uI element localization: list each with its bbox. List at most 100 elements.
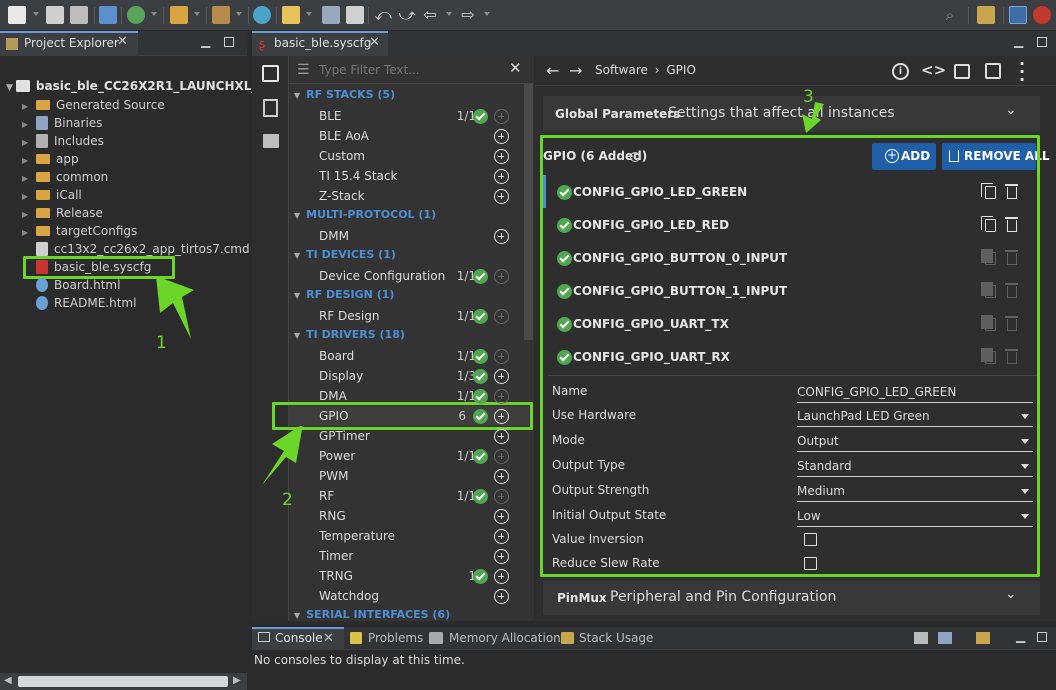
build-hammer-icon[interactable] [212, 6, 230, 24]
filter-input[interactable] [319, 60, 509, 80]
category-header[interactable]: ▼ RF STACKS (5) [294, 86, 395, 104]
add-module-icon[interactable] [494, 389, 509, 404]
add-module-icon[interactable] [494, 429, 509, 444]
module-item-display[interactable]: Display 1/3 [319, 366, 529, 386]
trash-icon[interactable] [1005, 250, 1018, 265]
gpio-instance-row[interactable]: CONFIG_GPIO_BUTTON_1_INPUT [545, 275, 1035, 307]
module-item-ble-aoa[interactable]: BLE AoA [319, 126, 529, 146]
tree-item[interactable]: ▶ targetConfigs [22, 222, 137, 240]
module-item-z-stack[interactable]: Z-Stack [319, 186, 529, 206]
add-module-icon[interactable] [494, 409, 509, 424]
more-options-icon[interactable]: · · · [1019, 56, 1025, 88]
add-module-icon[interactable] [494, 189, 509, 204]
add-module-icon[interactable] [494, 349, 509, 364]
copy-icon[interactable] [981, 282, 996, 298]
property-select[interactable]: Output [797, 432, 1033, 452]
chip-view-icon[interactable] [985, 63, 1001, 79]
global-parameters-header[interactable]: Global Parameters Settings that affect a… [543, 96, 1040, 132]
add-module-icon[interactable] [494, 109, 509, 124]
add-module-icon[interactable] [494, 149, 509, 164]
close-icon[interactable]: ✕ [323, 627, 334, 650]
module-item-device-configuration[interactable]: Device Configuration 1/1 [319, 266, 529, 286]
display-console-icon[interactable] [938, 632, 952, 644]
info-icon[interactable]: i [892, 63, 909, 80]
module-item-trng[interactable]: TRNG1 [319, 566, 529, 586]
add-module-icon[interactable] [494, 269, 509, 284]
chevron-down-icon[interactable]: ⌄ [1005, 586, 1017, 602]
property-select[interactable]: Standard [797, 457, 1033, 477]
add-module-icon[interactable] [494, 469, 509, 484]
module-item-dma[interactable]: DMA 1/1 [319, 386, 529, 406]
maximize-icon[interactable] [224, 37, 234, 47]
back-icon[interactable]: ⇦ [421, 6, 439, 24]
copy-icon[interactable] [981, 183, 996, 199]
add-module-icon[interactable] [494, 129, 509, 144]
save-all-icon[interactable] [70, 6, 88, 24]
trash-icon[interactable] [1005, 217, 1018, 232]
new-console-icon[interactable] [976, 632, 990, 644]
trash-icon[interactable] [1005, 349, 1018, 364]
module-item-ble[interactable]: BLE 1/1 [319, 106, 529, 126]
tree-item[interactable]: ▶ Release [22, 204, 103, 222]
trash-icon[interactable] [1005, 283, 1018, 298]
cc-edit-perspective-icon[interactable] [1009, 6, 1027, 24]
open-console-icon[interactable] [914, 632, 928, 644]
property-text-field[interactable]: CONFIG_GPIO_LED_GREEN [797, 383, 1033, 403]
module-item-gpio[interactable]: GPIO 6 [289, 406, 529, 426]
calculator-icon[interactable] [263, 99, 278, 117]
property-select[interactable]: Medium [797, 482, 1033, 502]
forward-arrow-icon[interactable]: → [569, 61, 582, 80]
module-item-rng[interactable]: RNG [319, 506, 529, 526]
module-item-rf-design[interactable]: RF Design 1/1 [319, 306, 529, 326]
gpio-instance-row[interactable]: CONFIG_GPIO_BUTTON_0_INPUT [545, 242, 1035, 274]
maximize-icon[interactable] [1037, 632, 1047, 642]
module-item-rf[interactable]: RF 1/1 [319, 486, 529, 506]
tab-stack-usage[interactable]: Stack Usage [579, 627, 653, 650]
category-header[interactable]: ▼ TI DEVICES (1) [294, 246, 396, 264]
board-view-icon[interactable] [954, 64, 970, 79]
gpio-instance-row[interactable]: CONFIG_GPIO_UART_RX [545, 341, 1035, 373]
add-module-icon[interactable] [494, 569, 509, 584]
code-view-icon[interactable]: <> [921, 61, 946, 79]
back-nav-icon[interactable]: ⤺ [374, 6, 392, 24]
property-select[interactable]: LaunchPad LED Green [797, 407, 1033, 427]
tree-item[interactable]: ▶ Generated Source [22, 96, 165, 114]
add-module-icon[interactable] [494, 449, 509, 464]
copy-icon[interactable] [981, 249, 996, 265]
add-module-icon[interactable] [494, 509, 509, 524]
search-icon[interactable]: ⌕ [941, 6, 959, 24]
module-item-power[interactable]: Power 1/1 [319, 446, 529, 466]
gpio-instance-row[interactable]: CONFIG_GPIO_LED_RED [545, 209, 1035, 241]
search-file-icon[interactable] [322, 6, 340, 24]
add-module-icon[interactable] [494, 529, 509, 544]
copy-icon[interactable] [981, 348, 996, 364]
tab-memory-allocation[interactable]: Memory Allocation [449, 627, 561, 650]
tree-item[interactable]: ▶ app [22, 150, 79, 168]
add-module-icon[interactable] [494, 589, 509, 604]
tree-item[interactable]: ▶ common [22, 168, 108, 186]
forward-nav-icon[interactable]: ⤻ [398, 6, 416, 24]
document-icon[interactable] [346, 6, 364, 24]
load-icon[interactable] [170, 6, 188, 24]
tree-item[interactable]: cc13x2_cc26x2_app_tirtos7.cmd [22, 240, 250, 258]
project-root[interactable]: ▼ basic_ble_CC26X2R1_LAUNCHXL_tirto [6, 77, 287, 95]
property-checkbox[interactable] [804, 557, 817, 570]
open-perspective-icon[interactable] [977, 6, 995, 24]
tree-item[interactable]: basic_ble.syscfg [22, 258, 151, 276]
tree-item[interactable]: ▶ iCall [22, 186, 82, 204]
tab-problems[interactable]: Problems [368, 627, 423, 650]
close-icon[interactable]: ✕ [117, 34, 128, 49]
tree-item[interactable]: ▶ Includes [22, 132, 104, 150]
forward-icon[interactable]: ⇨ [459, 6, 477, 24]
module-item-custom[interactable]: Custom [319, 146, 529, 166]
scrollbar-thumb[interactable] [18, 676, 228, 687]
add-module-icon[interactable] [494, 549, 509, 564]
chip-icon[interactable] [263, 134, 279, 148]
maximize-icon[interactable] [1037, 37, 1047, 47]
tree-item[interactable]: ▶ Binaries [22, 114, 102, 132]
category-header[interactable]: ▼ RF DESIGN (1) [294, 286, 394, 304]
copy-icon[interactable] [981, 315, 996, 331]
clear-filter-icon[interactable]: ✕ [509, 59, 522, 77]
gpio-instance-row[interactable]: CONFIG_GPIO_UART_TX [545, 308, 1035, 340]
breadcrumb-gpio[interactable]: GPIO [666, 63, 696, 77]
